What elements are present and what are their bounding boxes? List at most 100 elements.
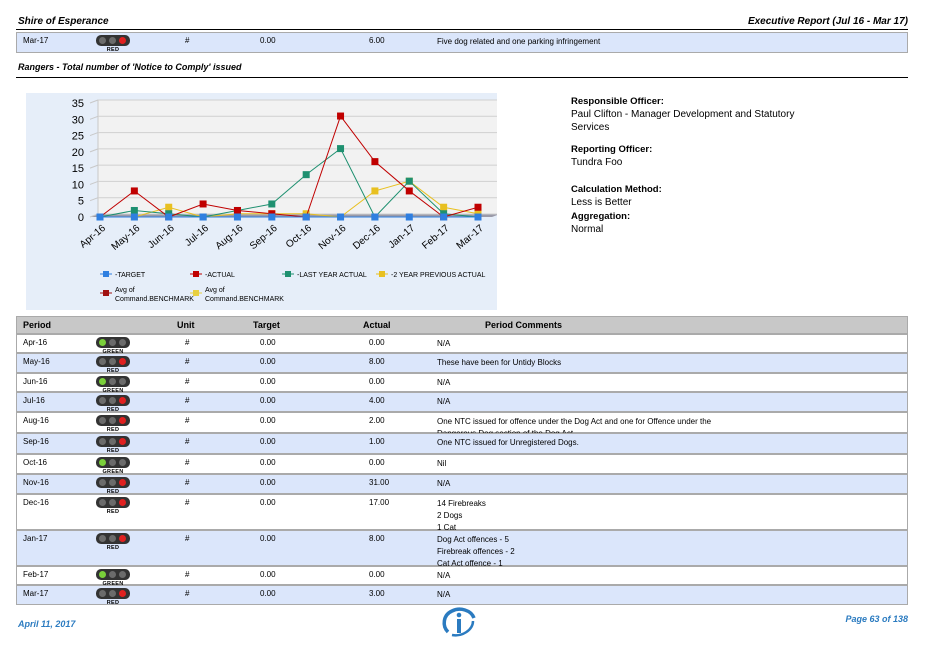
legend-label-line: Avg of — [205, 287, 225, 294]
target-cell: 0.00 — [260, 589, 276, 598]
data-point — [474, 203, 482, 211]
legend-label: Avg of Command.BENCHMARK — [205, 287, 284, 303]
top-row: Mar-17 RED # 0.00 6.00 Five dog related … — [16, 32, 908, 53]
section-title: Rangers - Total number of 'Notice to Com… — [18, 62, 242, 72]
comment-cell: Five dog related and one parking infring… — [437, 37, 601, 46]
target-cell: 0.00 — [260, 338, 276, 347]
comment-line: N/A — [437, 479, 451, 488]
agg-label: Aggregation: — [571, 211, 631, 222]
legend-marker — [285, 271, 291, 277]
data-point — [130, 213, 138, 221]
comment-line: Firebreak offences - 2 — [437, 547, 515, 556]
traffic-light-icon — [96, 376, 130, 387]
actual-cell: 0.00 — [369, 458, 385, 467]
period-cell: Nov-16 — [23, 478, 49, 487]
data-point — [440, 203, 448, 211]
actual-cell: 0.00 — [369, 338, 385, 347]
comment-line: Nil — [437, 459, 447, 468]
traffic-light-icon — [96, 497, 130, 508]
table-row: Apr-16 GREEN #0.00 0.00 N/A — [16, 334, 908, 355]
x-tick-label: Nov-16 — [317, 223, 349, 252]
comment-line: N/A — [437, 590, 451, 599]
legend-label: -2 YEAR PREVIOUS ACTUAL — [391, 272, 486, 279]
reporting-value: Tundra Foo — [571, 157, 623, 168]
target-cell: 0.00 — [260, 416, 276, 425]
data-point — [96, 213, 104, 221]
legend-label-line: Command.BENCHMARK — [205, 296, 284, 303]
grid-line-diag — [89, 148, 99, 153]
y-tick-label: 10 — [72, 179, 84, 191]
unit-cell: # — [185, 458, 190, 467]
x-tick-label: Jul-16 — [183, 223, 211, 249]
info-block: Responsible Officer: Paul Clifton - Mana… — [571, 95, 811, 236]
data-point — [199, 213, 207, 221]
data-point — [268, 200, 276, 208]
comment-line: These have been for Untidy Blocks — [437, 358, 562, 367]
x-tick-label: May-16 — [110, 223, 143, 253]
unit-cell: # — [185, 498, 190, 507]
target-cell: 0.00 — [260, 478, 276, 487]
y-tick-label: 5 — [78, 196, 84, 208]
traffic-light-icon — [96, 436, 130, 447]
actual-cell: 3.00 — [369, 589, 385, 598]
legend-label: -LAST YEAR ACTUAL — [297, 272, 367, 279]
data-point — [165, 213, 173, 221]
traffic-light-icon — [96, 477, 130, 488]
responsible-value: Paul Clifton - Manager Development and S… — [571, 109, 795, 133]
comment-cell: N/A — [437, 396, 877, 408]
section-rule — [16, 77, 908, 78]
target-cell: 0.00 — [260, 437, 276, 446]
comment-cell: N/A — [437, 478, 877, 490]
period-cell: Jan-17 — [23, 534, 48, 543]
y-tick-label: 15 — [72, 163, 84, 175]
col-target: Target — [253, 320, 280, 330]
table-row: Aug-16 RED #0.00 2.00 One NTC issued for off… — [16, 412, 908, 438]
target-cell: 0.00 — [260, 570, 276, 579]
comment-cell: N/A — [437, 570, 877, 582]
target-cell: 0.00 — [260, 498, 276, 507]
table-row: Oct-16 GREEN #0.00 0.00 Nil — [16, 454, 908, 475]
grid-line-diag — [89, 115, 99, 120]
grid-line-diag — [89, 197, 99, 202]
target-cell: 0.00 — [260, 377, 276, 386]
data-point — [474, 213, 482, 221]
comment-cell: One NTC issued for Unregistered Dogs. — [437, 437, 877, 449]
target-cell: 0.00 — [260, 357, 276, 366]
grid-line-diag — [89, 180, 99, 185]
unit-cell: # — [185, 338, 190, 347]
footer-page: Page 63 of 138 — [845, 614, 908, 624]
actual-cell: 31.00 — [369, 478, 390, 487]
table-row: Sep-16 RED #0.00 1.00 One NTC issued for Unr… — [16, 433, 908, 454]
comment-line: N/A — [437, 378, 451, 387]
period-cell: Dec-16 — [23, 498, 49, 507]
unit-cell: # — [185, 396, 190, 405]
data-point — [337, 213, 345, 221]
legend-label-line: Avg of — [115, 287, 135, 294]
data-point — [371, 213, 379, 221]
data-point — [371, 158, 379, 166]
period-cell: Oct-16 — [23, 458, 48, 467]
traffic-light-icon — [96, 35, 130, 46]
data-point — [405, 187, 413, 195]
table-row: Jul-16 RED #0.00 4.00 N/A — [16, 392, 908, 413]
comment-line: Dog Act offences - 5 — [437, 535, 509, 544]
data-point — [337, 145, 345, 153]
data-point — [302, 213, 310, 221]
header-rule — [16, 29, 908, 30]
actual-cell: 0.00 — [369, 570, 385, 579]
footer-date: April 11, 2017 — [18, 619, 76, 629]
x-tick-label: Mar-17 — [455, 223, 487, 252]
unit-cell: # — [185, 478, 190, 487]
comment-cell: 14 Firebreaks 2 Dogs 1 Cat — [437, 498, 877, 534]
status-label: RED — [106, 545, 120, 551]
unit-cell: # — [185, 357, 190, 366]
comment-cell: Dog Act offences - 5 Firebreak offences -… — [437, 534, 877, 570]
traffic-light-icon — [96, 415, 130, 426]
unit-cell: # — [185, 534, 190, 543]
comment-cell: N/A — [437, 589, 877, 601]
unit-cell: # — [185, 377, 190, 386]
legend-label: -ACTUAL — [205, 272, 235, 279]
table-row: Jan-17 RED #0.00 8.00 Dog Act offences - 5 Fi… — [16, 530, 908, 568]
data-point — [165, 203, 173, 211]
target-cell: 0.00 — [260, 534, 276, 543]
